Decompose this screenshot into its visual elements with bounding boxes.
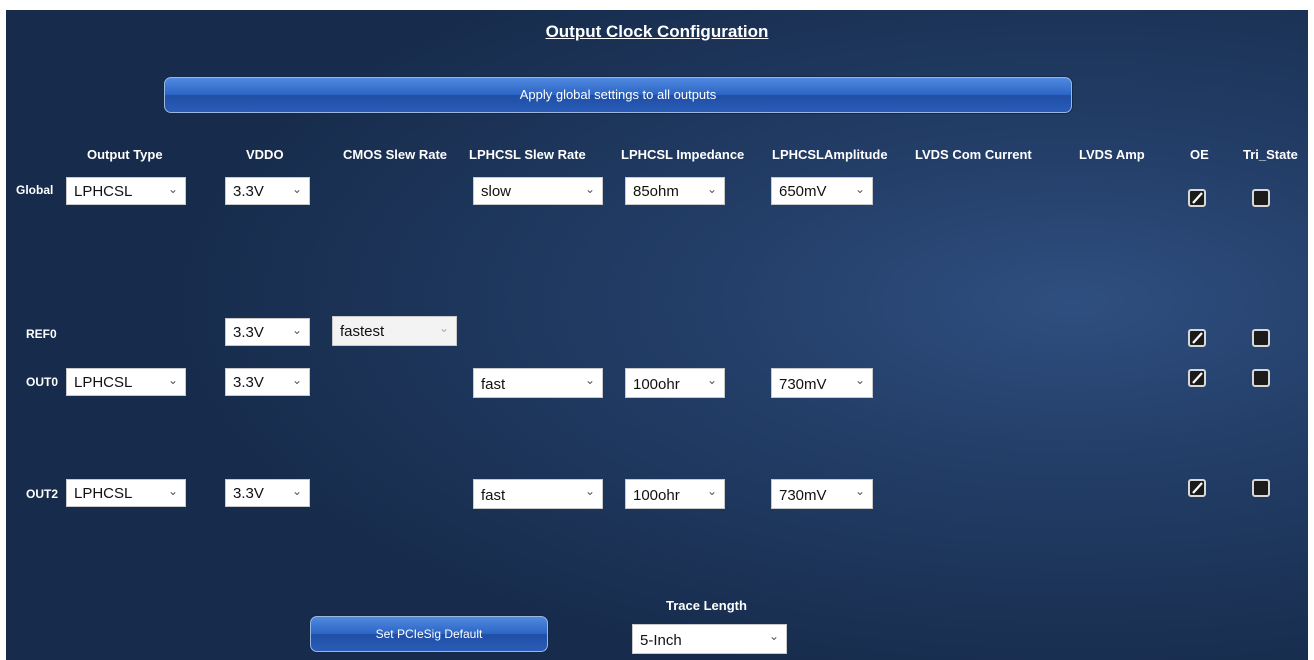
row-label-ref0: REF0: [26, 327, 57, 341]
selected-value: 3.3V: [233, 374, 264, 391]
ref0-vddo-select[interactable]: 3.3V ⌄: [225, 318, 310, 346]
global-tri-state-checkbox[interactable]: [1252, 189, 1270, 207]
out2-output-type-select[interactable]: LPHCSL ⌄: [66, 479, 186, 507]
out2-lphcsl-amplitude-select[interactable]: 730mV ⌄: [771, 479, 873, 509]
header-lphcsl-amplitude: LPHCSLAmplitude: [772, 147, 888, 162]
selected-value: fast: [481, 487, 506, 504]
out2-lphcsl-impedance-select[interactable]: 100ohr ⌄: [625, 479, 725, 509]
apply-global-button[interactable]: Apply global settings to all outputs: [164, 77, 1072, 113]
ref0-tri-state-checkbox[interactable]: [1252, 329, 1270, 347]
global-oe-checkbox[interactable]: [1188, 189, 1206, 207]
header-cmos-slew: CMOS Slew Rate: [343, 147, 448, 162]
chevron-down-icon: ⌄: [291, 373, 302, 387]
selected-value: 85ohm: [633, 183, 679, 200]
selected-value: 100ohr: [633, 376, 680, 393]
chevron-down-icon: ⌄: [167, 182, 178, 196]
header-vddo: VDDO: [246, 147, 284, 162]
out2-tri-state-checkbox[interactable]: [1252, 479, 1270, 497]
selected-value: LPHCSL: [74, 485, 133, 502]
out0-lphcsl-slew-select[interactable]: fast ⌄: [473, 368, 603, 398]
selected-value: 5-Inch: [640, 632, 682, 649]
selected-value: 3.3V: [233, 183, 264, 200]
header-tri-state: Tri_State: [1243, 147, 1298, 162]
page-title: Output Clock Configuration: [545, 22, 769, 41]
out2-vddo-select[interactable]: 3.3V ⌄: [225, 479, 310, 507]
header-lphcsl-impedance: LPHCSL Impedance: [621, 147, 745, 162]
checkmark-icon: [1192, 192, 1203, 204]
selected-value: fastest: [340, 323, 385, 340]
chevron-down-icon: ⌄: [854, 484, 865, 498]
chevron-down-icon: ⌄: [706, 182, 717, 196]
out2-lphcsl-slew-select[interactable]: fast ⌄: [473, 479, 603, 509]
out0-oe-checkbox[interactable]: [1188, 369, 1206, 387]
header-lvds-amp: LVDS Amp: [1079, 147, 1145, 162]
chevron-down-icon: ⌄: [291, 484, 302, 498]
chevron-down-icon: ⌄: [706, 373, 717, 387]
selected-value: 100ohr: [633, 487, 680, 504]
header-oe: OE: [1190, 147, 1209, 162]
header-lvds-com: LVDS Com Current: [915, 147, 1032, 162]
chevron-down-icon: ⌄: [438, 321, 449, 335]
selected-value: fast: [481, 376, 506, 393]
set-pciesig-default-button[interactable]: Set PCIeSig Default: [310, 616, 548, 652]
selected-value: 730mV: [779, 487, 827, 504]
output-clock-panel: Output Clock Configuration Apply global …: [6, 10, 1308, 660]
chevron-down-icon: ⌄: [167, 484, 178, 498]
trace-length-select[interactable]: 5-Inch ⌄: [632, 624, 787, 654]
chevron-down-icon: ⌄: [768, 629, 779, 643]
out0-tri-state-checkbox[interactable]: [1252, 369, 1270, 387]
ref0-oe-checkbox[interactable]: [1188, 329, 1206, 347]
out0-lphcsl-amplitude-select[interactable]: 730mV ⌄: [771, 368, 873, 398]
selected-value: 730mV: [779, 376, 827, 393]
chevron-down-icon: ⌄: [291, 182, 302, 196]
global-lphcsl-amplitude-select[interactable]: 650mV ⌄: [771, 177, 873, 205]
checkmark-icon: [1192, 482, 1203, 494]
selected-value: LPHCSL: [74, 183, 133, 200]
row-label-out0: OUT0: [26, 375, 59, 389]
row-label-global: Global: [16, 183, 54, 197]
global-lphcsl-impedance-select[interactable]: 85ohm ⌄: [625, 177, 725, 205]
clipped-window-caption: [0, 0, 5, 10]
selected-value: 650mV: [779, 183, 827, 200]
selected-value: 3.3V: [233, 324, 264, 341]
selected-value: 3.3V: [233, 485, 264, 502]
out0-lphcsl-impedance-select[interactable]: 100ohr ⌄: [625, 368, 725, 398]
selected-value: slow: [481, 183, 512, 200]
chevron-down-icon: ⌄: [584, 484, 595, 498]
chevron-down-icon: ⌄: [584, 373, 595, 387]
header-output-type: Output Type: [87, 147, 163, 162]
row-label-out2: OUT2: [26, 487, 59, 501]
checkmark-icon: [1192, 372, 1203, 384]
global-lphcsl-slew-select[interactable]: slow ⌄: [473, 177, 603, 205]
chevron-down-icon: ⌄: [706, 484, 717, 498]
out0-output-type-select[interactable]: LPHCSL ⌄: [66, 368, 186, 396]
chevron-down-icon: ⌄: [854, 182, 865, 196]
chevron-down-icon: ⌄: [854, 373, 865, 387]
header-lphcsl-slew: LPHCSL Slew Rate: [469, 147, 586, 162]
chevron-down-icon: ⌄: [167, 373, 178, 387]
trace-length-label: Trace Length: [666, 598, 747, 613]
top-clipped-text-strip: [0, 0, 1314, 10]
global-vddo-select[interactable]: 3.3V ⌄: [225, 177, 310, 205]
selected-value: LPHCSL: [74, 374, 133, 391]
chevron-down-icon: ⌄: [584, 182, 595, 196]
checkmark-icon: [1192, 332, 1203, 344]
global-output-type-select[interactable]: LPHCSL ⌄: [66, 177, 186, 205]
out2-oe-checkbox[interactable]: [1188, 479, 1206, 497]
chevron-down-icon: ⌄: [291, 323, 302, 337]
ref0-cmos-slew-select[interactable]: fastest ⌄: [332, 316, 457, 346]
out0-vddo-select[interactable]: 3.3V ⌄: [225, 368, 310, 396]
